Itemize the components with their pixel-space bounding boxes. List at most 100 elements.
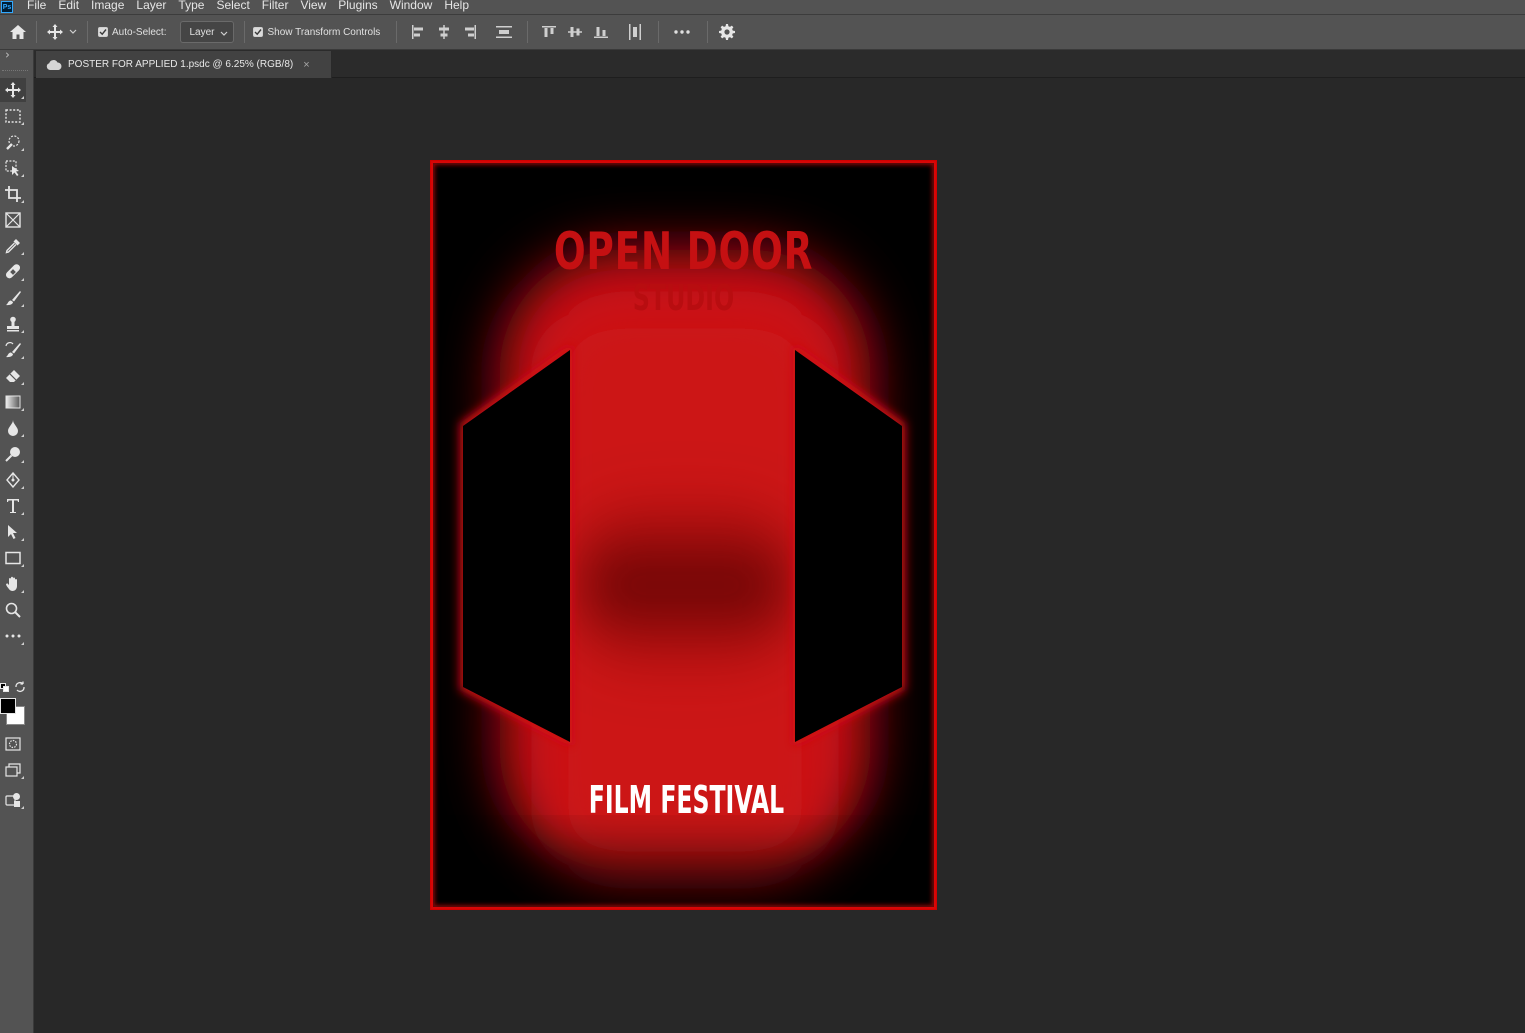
canvas-workspace[interactable]: OPEN DOOR STUDIO FILM FESTIVAL — [34, 79, 1525, 1033]
default-colors-button[interactable] — [0, 680, 10, 692]
eraser-icon — [6, 370, 20, 382]
home-button[interactable] — [0, 14, 36, 50]
dodge-tool[interactable] — [0, 442, 26, 466]
more-options-button[interactable] — [667, 21, 697, 43]
crop-tool[interactable] — [0, 182, 26, 206]
marquee-tool[interactable] — [0, 104, 26, 128]
settings-button[interactable] — [716, 21, 738, 43]
healing-brush-tool[interactable] — [0, 260, 26, 284]
menu-type[interactable]: Type — [178, 0, 204, 11]
align-vertical-center-button[interactable] — [562, 21, 588, 43]
auto-select-label: Auto-Select: — [112, 26, 167, 38]
menu-help[interactable]: Help — [444, 0, 469, 11]
menu-window[interactable]: Window — [390, 0, 433, 11]
eyedropper-tool[interactable] — [0, 234, 26, 258]
brush-tool[interactable] — [0, 286, 26, 310]
separator — [396, 21, 398, 43]
menu-view[interactable]: View — [300, 0, 326, 11]
document-tab-title: POSTER FOR APPLIED 1.psdc @ 6.25% (RGB/8… — [68, 59, 294, 70]
hand-icon — [6, 576, 18, 591]
document-tab-bar: POSTER FOR APPLIED 1.psdc @ 6.25% (RGB/8… — [34, 50, 1525, 78]
pen-tool[interactable] — [0, 468, 26, 492]
gradient-icon — [5, 395, 21, 409]
magnifier-icon — [5, 602, 21, 618]
object-select-tool[interactable] — [0, 156, 26, 180]
quick-select-icon — [6, 135, 20, 150]
menu-edit[interactable]: Edit — [58, 0, 79, 11]
poster-title-main: OPEN DOOR — [553, 222, 814, 282]
auto-select-toggle[interactable]: Auto-Select: — [98, 27, 166, 38]
distribute-horizontal-button[interactable] — [622, 21, 648, 43]
menu-plugins[interactable]: Plugins — [338, 0, 377, 11]
object-select-icon — [5, 160, 19, 176]
gradient-tool[interactable] — [0, 390, 26, 414]
blur-tool[interactable] — [0, 416, 26, 440]
document-tab[interactable]: POSTER FOR APPLIED 1.psdc @ 6.25% (RGB/8… — [36, 51, 332, 78]
foreground-color-swatch[interactable] — [0, 698, 16, 714]
move-tool[interactable] — [0, 78, 26, 102]
swap-colors-button[interactable] — [14, 680, 26, 692]
more-tools-button[interactable] — [0, 624, 26, 648]
align-horizontal-center-button[interactable] — [431, 21, 457, 43]
auto-select-checkbox[interactable] — [98, 27, 108, 37]
hand-tool[interactable] — [0, 572, 26, 596]
crop-icon — [5, 186, 21, 202]
menu-file[interactable]: File — [27, 0, 46, 11]
screen-mode-button[interactable] — [0, 758, 26, 782]
separator — [36, 21, 37, 43]
align-vertical-center-icon — [568, 27, 583, 37]
quick-mask-button[interactable] — [0, 732, 26, 756]
menu-filter[interactable]: Filter — [262, 0, 289, 11]
menu-select[interactable]: Select — [216, 0, 249, 11]
align-bottom-icon — [594, 27, 609, 38]
align-bottom-button[interactable] — [588, 21, 614, 43]
show-transform-toggle[interactable]: Show Transform Controls — [253, 27, 380, 38]
type-tool[interactable] — [0, 494, 26, 518]
separator — [87, 21, 88, 43]
separator — [244, 21, 246, 43]
zoom-tool[interactable] — [0, 598, 26, 622]
align-left-icon — [412, 25, 424, 39]
brush-icon — [6, 291, 21, 306]
panel-collapse-chevron-icon[interactable] — [2, 52, 30, 58]
gear-icon — [719, 24, 736, 40]
history-brush-tool[interactable] — [0, 338, 26, 362]
align-right-button[interactable] — [457, 21, 483, 43]
artboard-tools-icon — [5, 793, 20, 807]
frame-icon — [5, 212, 21, 228]
checkmark-icon — [99, 29, 107, 36]
chevron-down-icon — [221, 31, 228, 36]
swap-arrows-icon — [15, 681, 25, 692]
menu-layer[interactable]: Layer — [136, 0, 166, 11]
quick-mask-icon — [5, 737, 21, 751]
menu-image[interactable]: Image — [91, 0, 124, 11]
frame-tool[interactable] — [0, 208, 26, 232]
close-tab-button[interactable]: × — [303, 59, 309, 71]
separator — [658, 21, 660, 43]
align-horizontal-group — [405, 21, 517, 43]
dodge-icon — [5, 447, 20, 462]
align-horizontal-center-icon — [439, 25, 450, 39]
distribute-vertical-button[interactable] — [491, 21, 517, 43]
panel-grip[interactable] — [2, 70, 28, 72]
rectangle-tool[interactable] — [0, 546, 26, 570]
align-vertical-group — [536, 21, 648, 43]
path-select-tool[interactable] — [0, 520, 26, 544]
show-transform-label: Show Transform Controls — [267, 26, 381, 38]
align-left-button[interactable] — [405, 21, 431, 43]
cloud-document-icon — [46, 59, 62, 70]
clone-stamp-tool[interactable] — [0, 312, 26, 336]
edit-toolbar-button[interactable] — [0, 788, 26, 812]
auto-select-target-dropdown[interactable]: Layer — [180, 21, 235, 43]
show-transform-checkbox[interactable] — [253, 27, 264, 37]
quick-select-tool[interactable] — [0, 130, 26, 154]
menu-bar: Ps File Edit Image Layer Type Select Fil… — [0, 0, 1525, 14]
eraser-tool[interactable] — [0, 364, 26, 388]
move-tool-preset-button[interactable] — [45, 24, 79, 40]
path-select-arrow-icon — [8, 525, 17, 539]
photoshop-logo[interactable]: Ps — [1, 1, 13, 13]
poster-artwork[interactable]: OPEN DOOR STUDIO FILM FESTIVAL — [430, 160, 937, 910]
rectangle-marquee-icon — [5, 109, 21, 123]
align-top-button[interactable] — [536, 21, 562, 43]
eyedropper-icon — [5, 239, 20, 254]
